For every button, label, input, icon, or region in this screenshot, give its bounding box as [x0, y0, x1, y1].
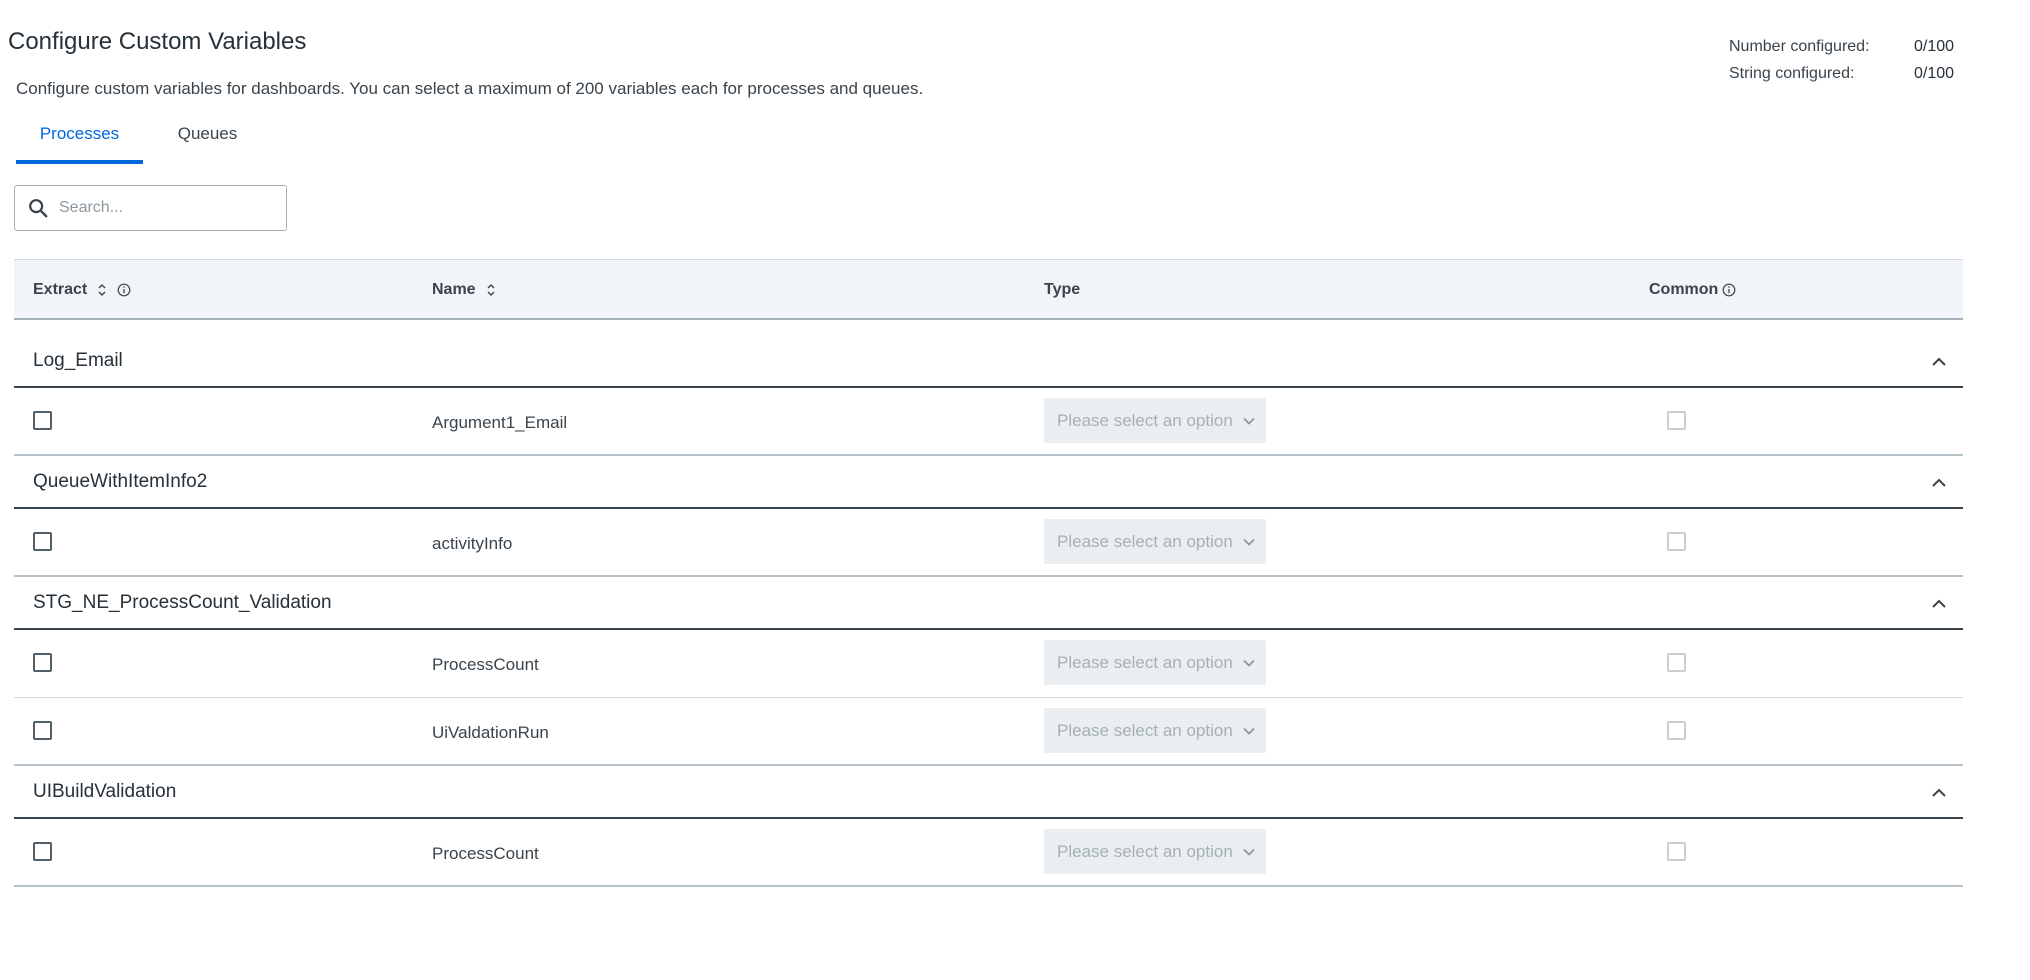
chevron-up-icon[interactable] [1931, 787, 1947, 799]
variables-table: Extract Name Type Common Log_Email Argum… [14, 259, 1963, 887]
string-configured-label: String configured: [1729, 65, 1855, 82]
chevron-down-icon [1243, 417, 1255, 425]
chevron-down-icon [1243, 848, 1255, 856]
type-select-placeholder: Please select an option [1057, 720, 1233, 740]
search-icon [29, 199, 48, 218]
string-configured-row: String configured: 0/100 [1729, 65, 1989, 92]
variable-name: UiValdationRun [432, 723, 549, 742]
common-checkbox[interactable] [1667, 842, 1686, 861]
extract-checkbox[interactable] [33, 842, 52, 861]
configured-stats: Number configured: 0/100 String configur… [1729, 38, 1989, 92]
search-input[interactable] [59, 186, 279, 230]
group-title: Log_Email [33, 350, 123, 371]
name-header-label: Name [432, 281, 476, 298]
variable-name: ProcessCount [432, 655, 539, 674]
type-select-placeholder: Please select an option [1057, 841, 1233, 861]
chevron-up-icon[interactable] [1931, 598, 1947, 610]
type-select-placeholder: Please select an option [1057, 652, 1233, 672]
group-title: UIBuildValidation [33, 781, 177, 802]
common-header-label: Common [1649, 281, 1719, 298]
common-checkbox[interactable] [1667, 653, 1686, 672]
extract-checkbox[interactable] [33, 411, 52, 430]
type-select[interactable]: Please select an option [1044, 829, 1266, 874]
table-header: Extract Name Type Common [14, 259, 1963, 320]
group-row-log-email[interactable]: Log_Email [14, 320, 1963, 388]
extract-checkbox[interactable] [33, 721, 52, 740]
extract-header-label: Extract [33, 281, 88, 298]
tab-queues[interactable]: Queues [161, 118, 254, 164]
column-header-common: Common [1649, 281, 1736, 299]
common-checkbox[interactable] [1667, 411, 1686, 430]
variable-name: Argument1_Email [432, 413, 568, 432]
number-configured-value: 0/100 [1914, 38, 1955, 55]
type-select[interactable]: Please select an option [1044, 640, 1266, 685]
group-title: STG_NE_ProcessCount_Validation [33, 592, 332, 613]
common-checkbox[interactable] [1667, 721, 1686, 740]
variable-name: activityInfo [432, 534, 513, 553]
page-description: Configure custom variables for dashboard… [16, 79, 924, 98]
chevron-up-icon[interactable] [1931, 356, 1947, 368]
table-row: UiValdationRun Please select an option [14, 698, 1963, 766]
sort-icon[interactable] [484, 283, 498, 297]
extract-checkbox[interactable] [33, 653, 52, 672]
table-row: ProcessCount Please select an option [14, 819, 1963, 887]
type-select[interactable]: Please select an option [1044, 398, 1266, 443]
extract-checkbox[interactable] [33, 532, 52, 551]
chevron-down-icon [1243, 727, 1255, 735]
group-title: QueueWithItemInfo2 [33, 471, 208, 492]
number-configured-row: Number configured: 0/100 [1729, 38, 1989, 65]
table-row: ProcessCount Please select an option [14, 630, 1963, 698]
type-select[interactable]: Please select an option [1044, 519, 1266, 564]
info-icon[interactable] [117, 283, 131, 297]
common-checkbox[interactable] [1667, 532, 1686, 551]
table-row: Argument1_Email Please select an option [14, 388, 1963, 456]
column-header-name[interactable]: Name [432, 281, 498, 299]
type-select[interactable]: Please select an option [1044, 708, 1266, 753]
type-select-placeholder: Please select an option [1057, 410, 1233, 430]
variable-name: ProcessCount [432, 844, 539, 863]
number-configured-label: Number configured: [1729, 38, 1870, 55]
type-select-placeholder: Please select an option [1057, 531, 1233, 551]
search-box [14, 185, 287, 231]
group-row-queuewithiteminfo2[interactable]: QueueWithItemInfo2 [14, 456, 1963, 509]
group-row-uibuildvalidation[interactable]: UIBuildValidation [14, 766, 1963, 819]
type-header-label: Type [1044, 281, 1081, 298]
chevron-up-icon[interactable] [1931, 477, 1947, 489]
column-header-extract[interactable]: Extract [33, 281, 131, 299]
info-icon[interactable] [1722, 283, 1736, 297]
string-configured-value: 0/100 [1914, 65, 1955, 82]
column-header-type: Type [1044, 281, 1080, 299]
group-row-stg-ne-processcount-validation[interactable]: STG_NE_ProcessCount_Validation [14, 577, 1963, 630]
chevron-down-icon [1243, 659, 1255, 667]
chevron-down-icon [1243, 538, 1255, 546]
tab-processes[interactable]: Processes [16, 118, 143, 164]
page-title: Configure Custom Variables [8, 28, 307, 55]
table-row: activityInfo Please select an option [14, 509, 1963, 577]
sort-icon[interactable] [95, 283, 109, 297]
